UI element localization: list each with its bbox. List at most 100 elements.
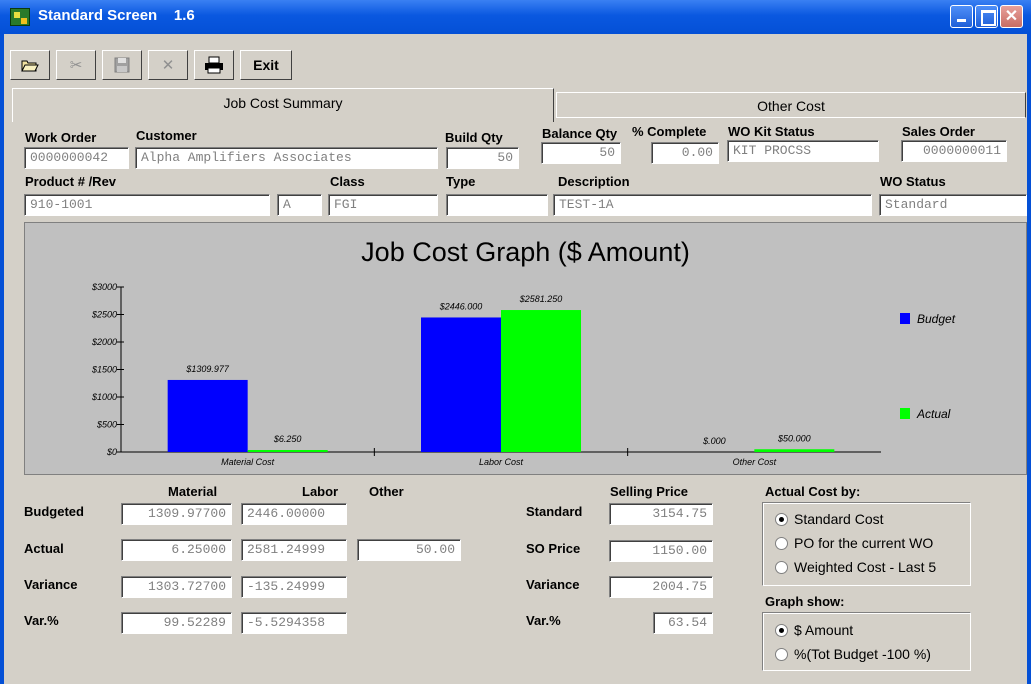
budgeted-labor-field[interactable]: 2446.00000 [241,503,347,525]
y-tick-label: $0 [106,447,117,457]
labor-column-header: Labor [302,484,339,499]
data-label: $2446.000 [439,301,483,311]
open-folder-button[interactable] [10,50,50,80]
bar-budget [421,317,501,452]
y-tick-label: $500 [96,420,117,430]
floppy-disk-icon [114,57,130,73]
selling-var-pct-label: Var.% [526,613,561,628]
save-button[interactable] [102,50,142,80]
percent-complete-field[interactable]: 0.00 [651,142,719,164]
so-price-field[interactable]: 1150.00 [609,540,713,562]
radio-po-current-wo[interactable]: PO for the current WO [775,531,970,555]
variance-material-field[interactable]: 1303.72700 [121,576,232,598]
revision-field[interactable]: A [277,194,322,216]
material-column-header: Material [168,484,218,499]
build-qty-field[interactable]: 50 [446,147,519,169]
wo-status-field[interactable]: Standard [879,194,1027,216]
close-button[interactable]: ✕ [1000,5,1023,28]
data-label: $.000 [702,436,726,446]
var-pct-row-label: Var.% [24,613,59,628]
radio-percent-budget[interactable]: %(Tot Budget -100 %) [775,642,970,666]
balance-qty-field[interactable]: 50 [541,142,621,164]
var-pct-labor-field[interactable]: -5.5294358 [241,612,347,634]
close-icon: ✕ [1004,8,1019,25]
product-rev-label: Product # /Rev [25,174,117,189]
standard-label: Standard [526,504,583,519]
data-label: $1309.977 [185,364,230,374]
y-tick-label: $1500 [91,365,117,375]
graph-show-group: $ Amount %(Tot Budget -100 %) [762,612,971,671]
other-column-header: Other [369,484,404,499]
app-icon [10,8,30,26]
so-price-label: SO Price [526,541,581,556]
data-label: $2581.250 [519,294,563,304]
exit-button[interactable]: Exit [240,50,292,80]
actual-labor-field[interactable]: 2581.24999 [241,539,347,561]
delete-x-icon: ✕ [161,57,175,74]
x-category-label: Labor Cost [479,457,524,467]
selling-variance-field[interactable]: 2004.75 [609,576,713,598]
var-pct-material-field[interactable]: 99.52289 [121,612,232,634]
actual-material-field[interactable]: 6.25000 [121,539,232,561]
variance-row-label: Variance [24,577,78,592]
budgeted-row-label: Budgeted [24,504,84,519]
radio-button[interactable] [775,536,788,550]
data-label: $50.000 [777,433,811,443]
radio-button[interactable] [775,560,788,574]
wo-kit-status-field[interactable]: KIT PROCSS [727,140,879,162]
open-folder-icon [21,60,39,72]
delete-button[interactable]: ✕ [148,50,188,80]
build-qty-label: Build Qty [445,130,503,145]
class-field[interactable]: FGI [328,194,438,216]
product-number-field[interactable]: 910-1001 [24,194,270,216]
cut-button[interactable]: ✂ [56,50,96,80]
exit-button-label: Exit [253,57,279,73]
legend-label: Budget [917,312,956,326]
maximize-button[interactable] [975,5,998,28]
minimize-button[interactable] [950,5,973,28]
tab-other-cost[interactable]: Other Cost [556,92,1026,118]
radio-dollar-amount[interactable]: $ Amount [775,618,970,642]
radio-standard-cost[interactable]: Standard Cost [775,507,970,531]
print-button[interactable] [194,50,234,80]
x-category-label: Material Cost [221,457,275,467]
type-field[interactable] [446,194,548,216]
radio-label: Standard Cost [794,511,884,527]
actual-other-field[interactable]: 50.00 [357,539,461,561]
selling-var-pct-field[interactable]: 63.54 [653,612,713,634]
variance-labor-field[interactable]: -135.24999 [241,576,347,598]
tab-job-cost-summary[interactable]: Job Cost Summary [12,88,554,122]
percent-complete-label: % Complete [632,124,707,139]
legend-swatch-budget [900,313,910,324]
radio-label: Weighted Cost - Last 5 [794,559,937,575]
customer-field[interactable]: Alpha Amplifiers Associates [135,147,438,169]
radio-weighted-cost[interactable]: Weighted Cost - Last 5 [775,555,970,579]
chart-plot: $0 $500 $1000 $1500 $2000 $2500 $3000 Material … [91,282,956,467]
legend-label: Actual [916,407,951,421]
budgeted-material-field[interactable]: 1309.97700 [121,503,232,525]
radio-button[interactable] [775,647,788,661]
wo-kit-status-label: WO Kit Status [728,124,815,139]
work-order-field[interactable]: 0000000042 [24,147,129,169]
toolbar: ✂ ✕ Exit [8,45,358,85]
radio-button[interactable] [775,623,788,637]
type-label: Type [446,174,476,189]
y-tick-label: $3000 [91,282,117,292]
actual-cost-by-label: Actual Cost by: [765,484,861,499]
description-field[interactable]: TEST-1A [553,194,872,216]
description-label: Description [558,174,630,189]
job-cost-graph: Job Cost Graph ($ Amount) $0 $500 $1000 $15… [24,222,1027,475]
radio-button[interactable] [775,512,788,526]
scissors-icon: ✂ [69,57,83,74]
y-tick-label: $2000 [91,337,117,347]
sales-order-field[interactable]: 0000000011 [901,140,1007,162]
wo-status-label: WO Status [880,174,946,189]
standard-price-field[interactable]: 3154.75 [609,503,713,525]
legend-swatch-actual [900,408,910,419]
radio-label: $ Amount [794,622,854,638]
work-order-label: Work Order [25,130,97,145]
window-title: Standard Screen 1.6 [38,7,195,24]
customer-label: Customer [136,128,197,143]
actual-row-label: Actual [24,541,64,556]
bar-budget [167,379,248,452]
